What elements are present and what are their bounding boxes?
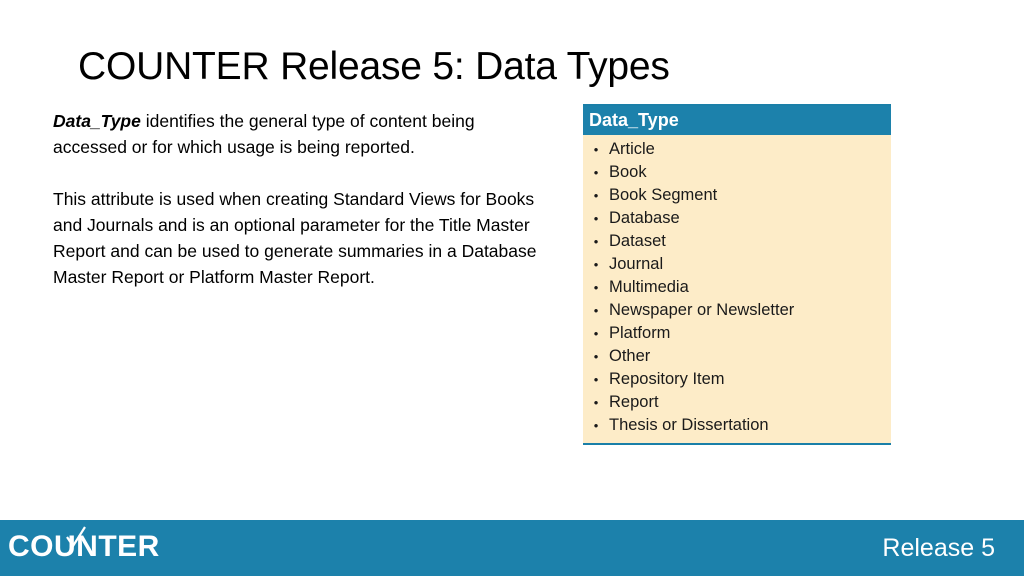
list-item: • Book: [583, 161, 891, 184]
check-icon: [66, 526, 86, 549]
data-type-term: Data_Type: [53, 111, 141, 131]
body-text: Data_Type identifies the general type of…: [53, 108, 553, 290]
bullet-icon: •: [593, 165, 599, 180]
slide: COUNTER Release 5: Data Types Data_Type …: [0, 0, 1024, 576]
paragraph-1: Data_Type identifies the general type of…: [53, 108, 553, 160]
list-item: • Newspaper or Newsletter: [583, 299, 891, 322]
list-item-label: Journal: [609, 255, 664, 273]
list-item: • Book Segment: [583, 184, 891, 207]
list-item-label: Platform: [609, 324, 671, 342]
list-item: • Journal: [583, 253, 891, 276]
bullet-icon: •: [593, 211, 599, 226]
list-item-label: Other: [609, 347, 651, 365]
release-label: Release 5: [882, 534, 995, 562]
footer-bar: COUNTER Release 5: [0, 520, 1024, 576]
bullet-icon: •: [593, 234, 599, 249]
list-item-label: Database: [609, 209, 680, 227]
list-item: • Report: [583, 391, 891, 414]
bullet-icon: •: [593, 303, 599, 318]
bullet-icon: •: [593, 326, 599, 341]
list-item: • Repository Item: [583, 368, 891, 391]
list-item: • Thesis or Dissertation: [583, 414, 891, 437]
list-item: • Database: [583, 207, 891, 230]
data-type-table: Data_Type • Article • Book • Book Segmen…: [583, 104, 891, 445]
list-item-label: Thesis or Dissertation: [609, 416, 769, 434]
list-item: • Platform: [583, 322, 891, 345]
bullet-icon: •: [593, 395, 599, 410]
counter-logo: COUNTER: [8, 526, 159, 567]
paragraph-2: This attribute is used when creating Sta…: [53, 189, 537, 287]
table-body: • Article • Book • Book Segment • Databa…: [583, 135, 891, 443]
list-item-label: Repository Item: [609, 370, 725, 388]
list-item-label: Book: [609, 163, 647, 181]
list-item-label: Dataset: [609, 232, 666, 250]
list-item: • Article: [583, 138, 891, 161]
paragraph-spacer: [53, 160, 553, 186]
table-header: Data_Type: [583, 106, 891, 135]
list-item: • Other: [583, 345, 891, 368]
list-item: • Dataset: [583, 230, 891, 253]
bullet-icon: •: [593, 257, 599, 272]
bullet-icon: •: [593, 188, 599, 203]
list-item-label: Newspaper or Newsletter: [609, 301, 795, 319]
bullet-icon: •: [593, 418, 599, 433]
bullet-icon: •: [593, 349, 599, 364]
bullet-icon: •: [593, 142, 599, 157]
list-item-label: Book Segment: [609, 186, 718, 204]
page-title: COUNTER Release 5: Data Types: [78, 45, 670, 88]
list-item: • Multimedia: [583, 276, 891, 299]
bullet-icon: •: [593, 280, 599, 295]
list-item-label: Article: [609, 140, 655, 158]
bullet-icon: •: [593, 372, 599, 387]
list-item-label: Report: [609, 393, 659, 411]
list-item-label: Multimedia: [609, 278, 689, 296]
